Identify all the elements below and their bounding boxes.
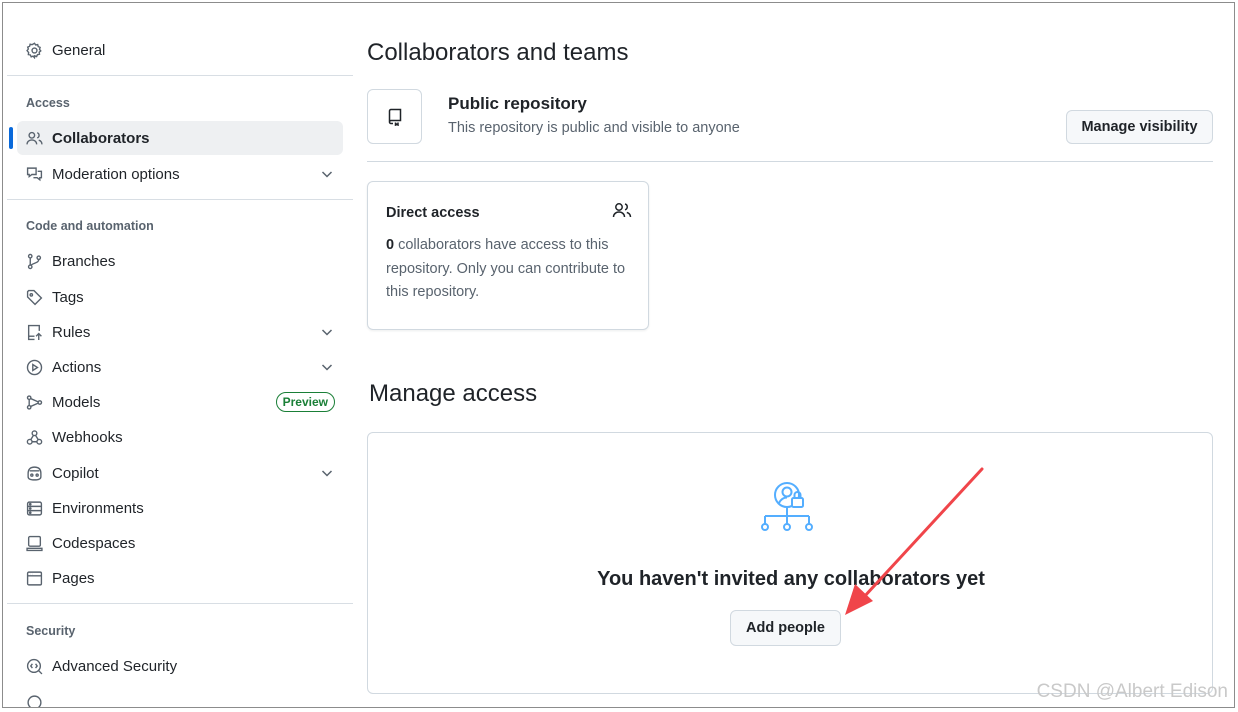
chevron-down-icon[interactable] xyxy=(319,324,335,340)
sidebar-item-environments[interactable]: Environments xyxy=(17,491,343,525)
collaborator-count: 0 xyxy=(386,237,395,253)
empty-state-message: You haven't invited any collaborators ye… xyxy=(597,568,985,590)
direct-access-text: collaborators have access to this reposi… xyxy=(386,237,626,300)
server-icon xyxy=(25,499,43,517)
manage-access-box: You haven't invited any collaborators ye… xyxy=(367,432,1213,694)
partial-icon xyxy=(25,693,43,707)
sidebar-item-collaborators[interactable]: Collaborators xyxy=(9,121,343,155)
comment-discussion-icon xyxy=(25,165,43,183)
gear-icon xyxy=(25,41,43,59)
repo-icon xyxy=(388,108,401,126)
sidebar-item-advanced-security[interactable]: Advanced Security xyxy=(17,649,343,683)
sidebar-item-label: Advanced Security xyxy=(52,657,178,675)
repo-icon-box xyxy=(367,89,422,144)
sidebar-item-label: Copilot xyxy=(52,464,99,482)
chevron-down-icon[interactable] xyxy=(319,465,335,481)
sidebar-item-rules[interactable]: Rules xyxy=(17,315,343,349)
sidebar-item-label: Pages xyxy=(52,569,95,587)
sidebar-item-label: Webhooks xyxy=(52,428,123,446)
sidebar-item-label: Branches xyxy=(52,252,116,270)
window-frame: General Access Collaborators Moderation … xyxy=(2,2,1235,708)
tag-icon xyxy=(25,288,43,306)
section-heading-security: Security xyxy=(26,624,76,638)
page-title: Collaborators and teams xyxy=(367,39,629,66)
section-divider xyxy=(367,161,1213,162)
sidebar-divider xyxy=(7,75,353,76)
sidebar-divider xyxy=(7,199,353,200)
sidebar-item-label: Moderation options xyxy=(52,165,180,183)
sidebar-item-label: General xyxy=(52,41,106,59)
sidebar-item-label: Actions xyxy=(52,358,102,376)
copilot-icon xyxy=(25,464,43,482)
sidebar-item-branches[interactable]: Branches xyxy=(17,244,343,278)
sidebar-item-actions[interactable]: Actions xyxy=(17,350,343,384)
sidebar-item-partial[interactable] xyxy=(17,685,343,707)
sidebar-item-label: Models xyxy=(52,393,101,411)
people-icon xyxy=(25,129,43,147)
sidebar-item-label: Rules xyxy=(52,323,91,341)
play-icon xyxy=(25,358,43,376)
preview-badge: Preview xyxy=(275,392,335,412)
sidebar-item-pages[interactable]: Pages xyxy=(17,561,343,595)
git-branch-icon xyxy=(25,252,43,270)
sidebar-item-models[interactable]: Models Preview xyxy=(17,385,343,419)
settings-sidebar: General Access Collaborators Moderation … xyxy=(7,3,353,707)
sidebar-item-tags[interactable]: Tags xyxy=(17,280,343,314)
sidebar-item-codespaces[interactable]: Codespaces xyxy=(17,526,343,560)
sidebar-item-webhooks[interactable]: Webhooks xyxy=(17,420,343,454)
direct-access-title: Direct access xyxy=(386,205,480,221)
sidebar-item-moderation-options[interactable]: Moderation options xyxy=(17,157,343,191)
sidebar-item-label: Tags xyxy=(52,288,84,306)
visibility-title: Public repository xyxy=(448,94,587,113)
sidebar-item-label: Codespaces xyxy=(52,534,136,552)
manage-access-heading: Manage access xyxy=(369,380,538,407)
sidebar-item-general[interactable]: General xyxy=(17,33,343,67)
direct-access-card: Direct access 0 collaborators have acces… xyxy=(367,181,649,330)
codescan-icon xyxy=(25,657,43,675)
sidebar-divider xyxy=(7,603,353,604)
sidebar-item-label: Environments xyxy=(52,499,144,517)
direct-access-description: 0 collaborators have access to this repo… xyxy=(386,234,638,305)
browser-icon xyxy=(25,569,43,587)
collaborators-lock-icon xyxy=(761,482,813,531)
codespaces-icon xyxy=(25,534,43,552)
manage-visibility-button[interactable]: Manage visibility xyxy=(1066,110,1213,144)
models-icon xyxy=(25,393,43,411)
repo-push-icon xyxy=(25,323,43,341)
visibility-description: This repository is public and visible to… xyxy=(448,120,740,136)
chevron-down-icon[interactable] xyxy=(319,359,335,375)
webhook-icon xyxy=(25,428,43,446)
chevron-down-icon[interactable] xyxy=(319,166,335,182)
watermark-text: CSDN @Albert Edison xyxy=(1036,681,1228,702)
sidebar-item-copilot[interactable]: Copilot xyxy=(17,456,343,490)
section-heading-code-automation: Code and automation xyxy=(26,219,154,233)
add-people-button[interactable]: Add people xyxy=(730,610,841,646)
sidebar-item-label: Collaborators xyxy=(52,129,150,147)
people-icon xyxy=(612,203,632,218)
section-heading-access: Access xyxy=(26,96,70,110)
main-content: Collaborators and teams Public repositor… xyxy=(367,3,1213,707)
